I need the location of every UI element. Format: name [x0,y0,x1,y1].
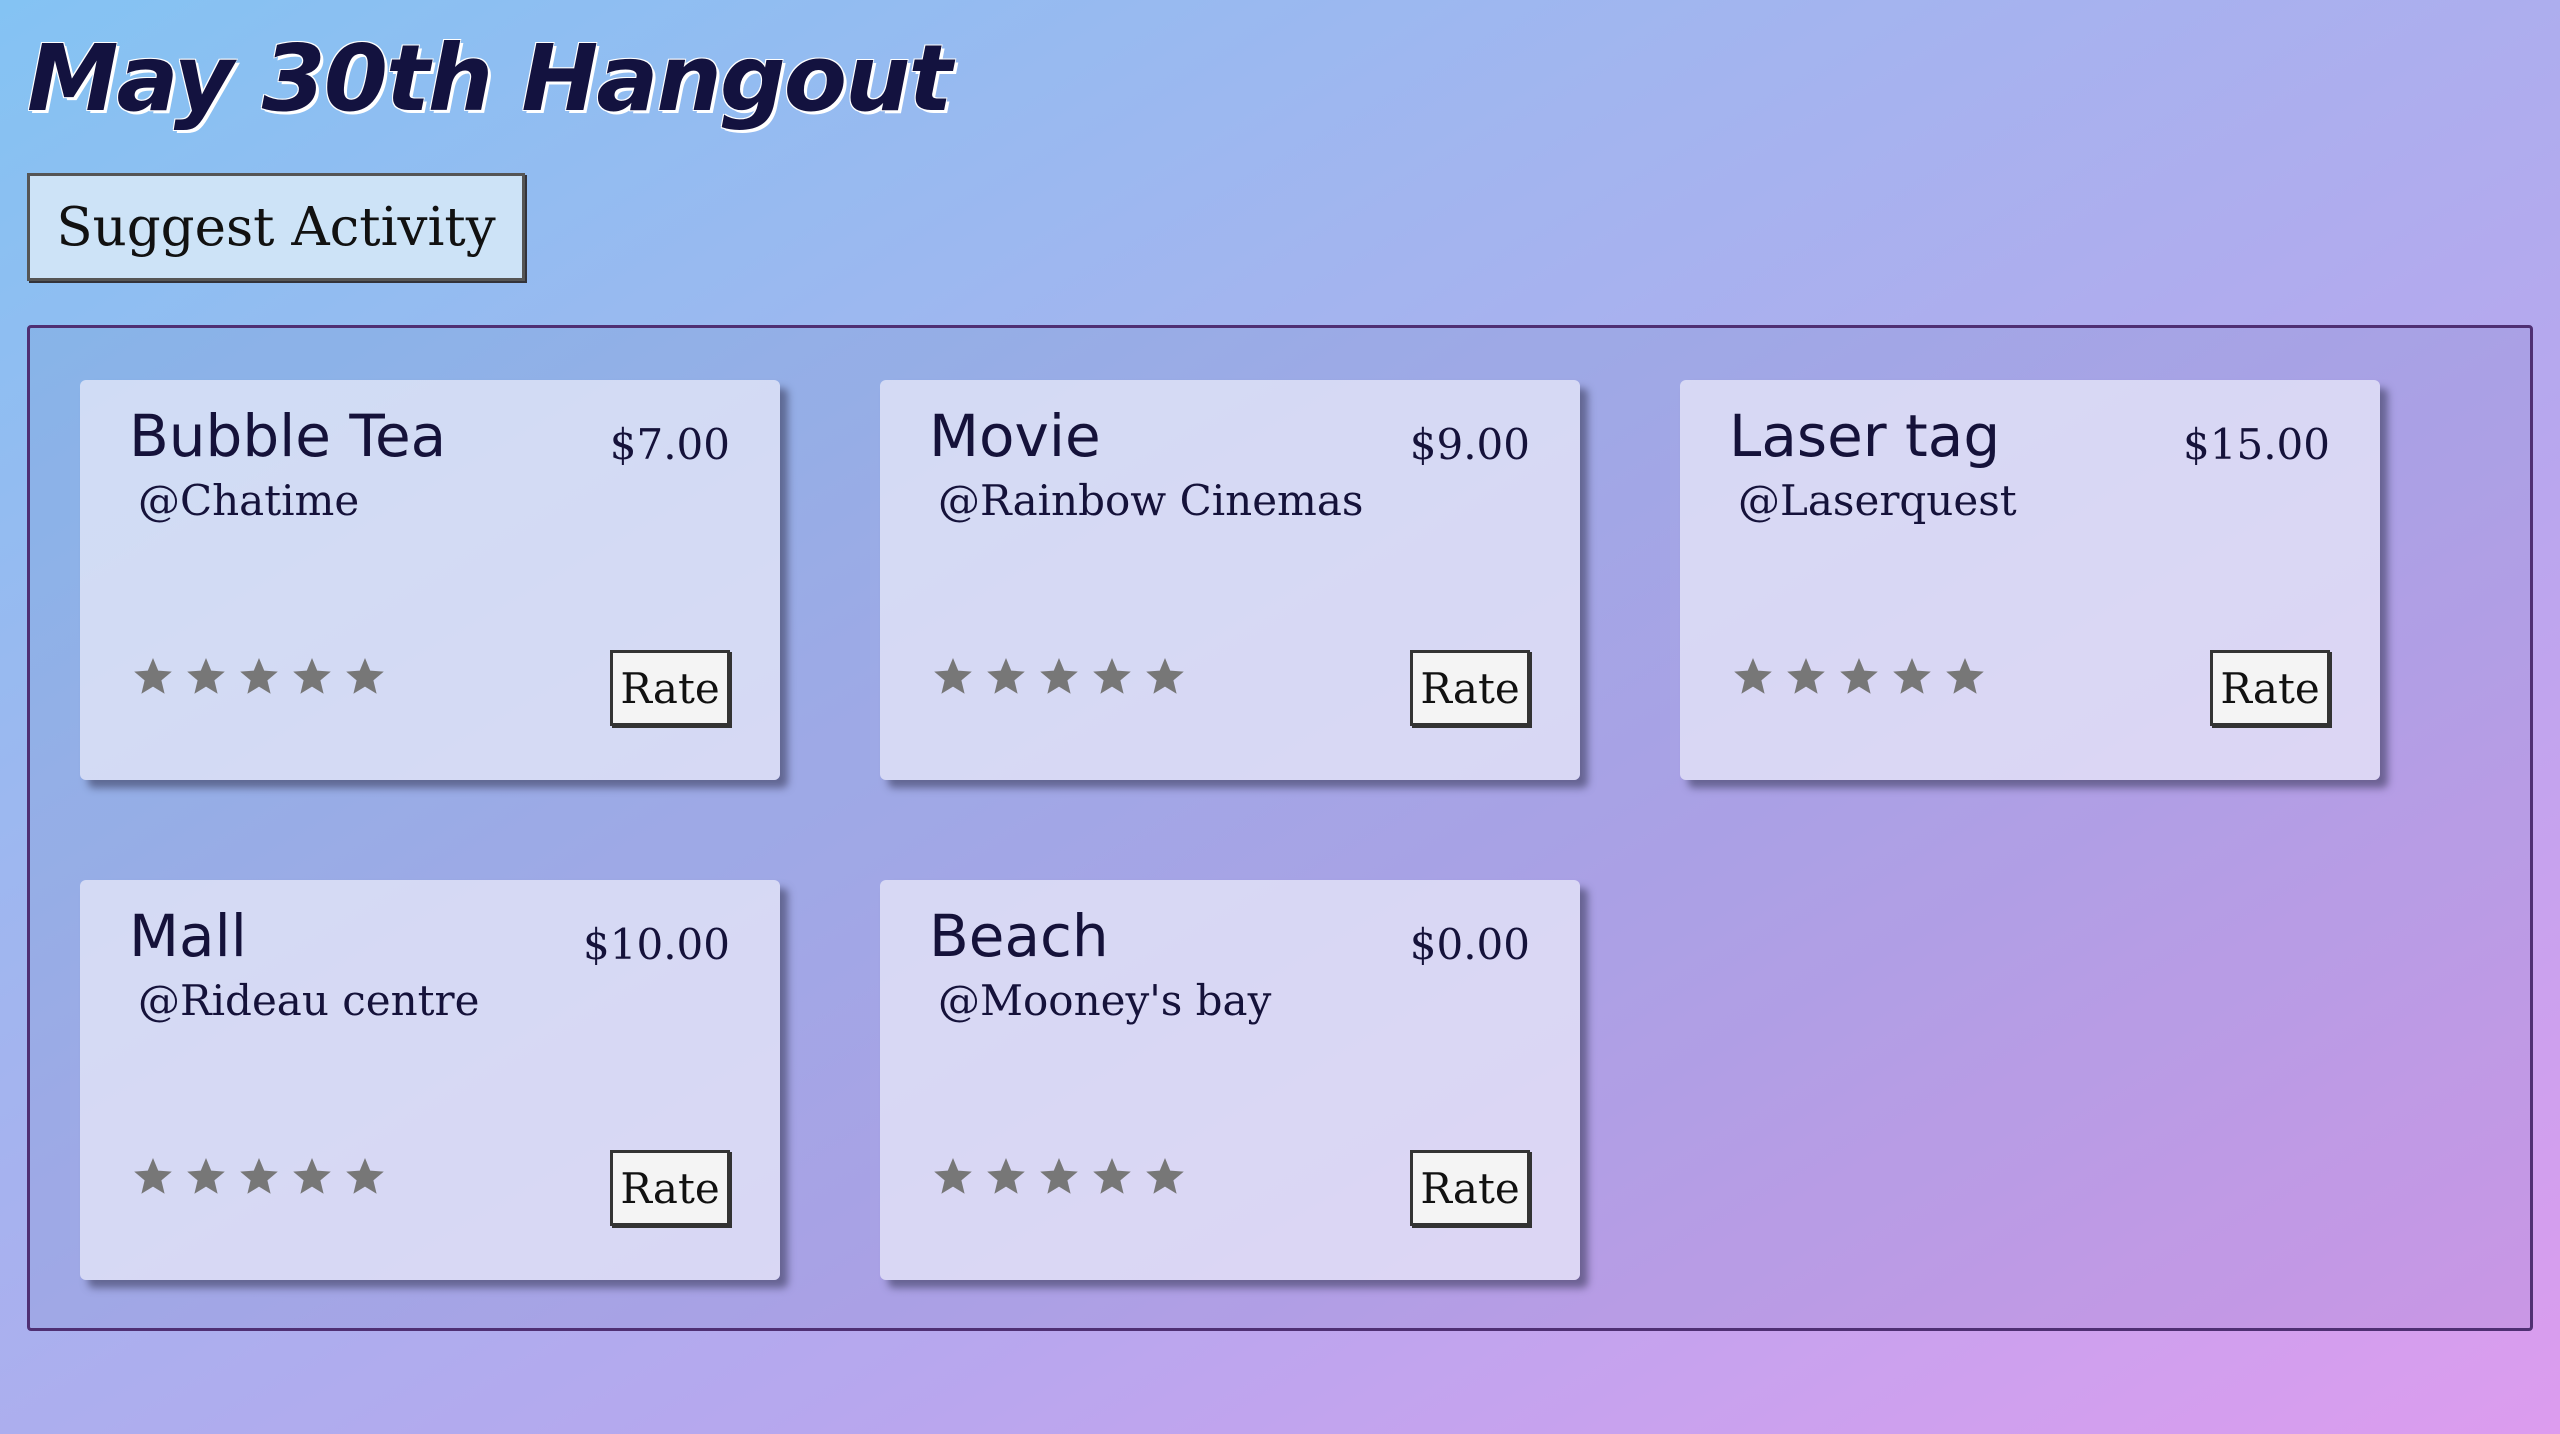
star-icon[interactable] [1144,656,1186,698]
star-rating [1732,656,1986,698]
star-icon[interactable] [185,1156,227,1198]
activity-price: $0.00 [1409,920,1530,969]
star-icon[interactable] [1838,656,1880,698]
star-icon[interactable] [344,1156,386,1198]
star-icon[interactable] [132,1156,174,1198]
activity-card: Movie $9.00 @Rainbow Cinemas Rate [880,380,1580,780]
activity-location: @Laserquest [1738,476,2017,525]
star-icon[interactable] [291,656,333,698]
star-icon[interactable] [132,656,174,698]
activity-location: @Rideau centre [138,976,480,1025]
activity-location: @Mooney's bay [938,976,1272,1025]
star-icon[interactable] [1144,1156,1186,1198]
star-icon[interactable] [1944,656,1986,698]
activities-panel: Bubble Tea $7.00 @Chatime Rate Movie $9.… [27,325,2533,1331]
activity-card: Bubble Tea $7.00 @Chatime Rate [80,380,780,780]
star-icon[interactable] [932,1156,974,1198]
star-rating [132,1156,386,1198]
activity-name: Bubble Tea [129,402,447,470]
rate-button[interactable]: Rate [1410,650,1530,726]
star-icon[interactable] [238,656,280,698]
star-icon[interactable] [1091,656,1133,698]
activity-name: Laser tag [1729,402,2001,470]
star-rating [132,656,386,698]
star-icon[interactable] [1038,656,1080,698]
activity-location: @Chatime [138,476,360,525]
activity-price: $15.00 [2183,420,2330,469]
star-icon[interactable] [185,656,227,698]
star-icon[interactable] [932,656,974,698]
star-icon[interactable] [344,656,386,698]
activity-price: $9.00 [1409,420,1530,469]
star-icon[interactable] [291,1156,333,1198]
rate-button[interactable]: Rate [2210,650,2330,726]
rate-button[interactable]: Rate [610,1150,730,1226]
star-icon[interactable] [1091,1156,1133,1198]
activity-location: @Rainbow Cinemas [938,476,1364,525]
star-icon[interactable] [1732,656,1774,698]
rate-button[interactable]: Rate [610,650,730,726]
rate-button[interactable]: Rate [1410,1150,1530,1226]
activity-name: Movie [929,402,1101,470]
star-icon[interactable] [1891,656,1933,698]
activity-card: Laser tag $15.00 @Laserquest Rate [1680,380,2380,780]
star-icon[interactable] [1038,1156,1080,1198]
activity-card: Mall $10.00 @Rideau centre Rate [80,880,780,1280]
star-rating [932,656,1186,698]
page-title: May 30th Hangout [27,25,952,132]
suggest-activity-button[interactable]: Suggest Activity [27,173,525,281]
star-rating [932,1156,1186,1198]
activity-name: Mall [129,902,247,970]
activity-price: $7.00 [609,420,730,469]
activity-card: Beach $0.00 @Mooney's bay Rate [880,880,1580,1280]
star-icon[interactable] [238,1156,280,1198]
star-icon[interactable] [985,1156,1027,1198]
star-icon[interactable] [985,656,1027,698]
activity-name: Beach [929,902,1109,970]
star-icon[interactable] [1785,656,1827,698]
activity-price: $10.00 [583,920,730,969]
